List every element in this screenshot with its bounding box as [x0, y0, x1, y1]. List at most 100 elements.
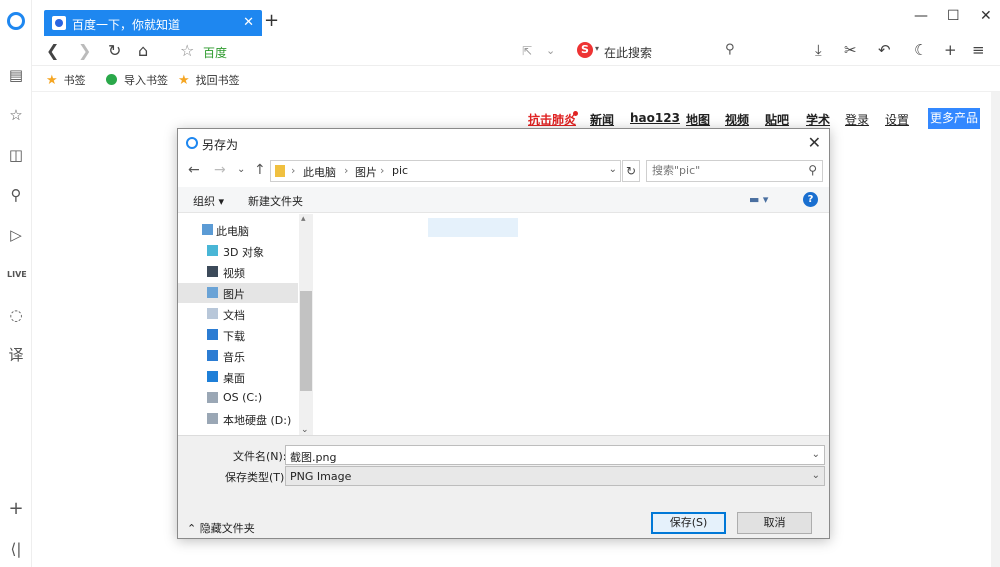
view-options-icon[interactable]: ▬ ▾ [749, 193, 768, 206]
3d-objects-icon [207, 245, 218, 256]
add-icon[interactable]: + [7, 500, 25, 518]
breadcrumb[interactable]: › 此电脑 › 图片 › pic ⌄ [270, 160, 621, 182]
close-icon[interactable]: ✕ [808, 133, 821, 152]
cancel-button[interactable]: 取消 [737, 512, 812, 534]
page-scrollbar[interactable] [991, 92, 1000, 567]
tree-scrollbar[interactable]: ▴ ⌄ [299, 214, 313, 435]
chat-icon[interactable]: ◌ [7, 306, 25, 324]
baidu-favicon-icon [52, 16, 66, 30]
help-icon[interactable]: ? [803, 192, 818, 207]
breadcrumb-pictures[interactable]: 图片 [355, 164, 377, 180]
bookmark-item[interactable]: ★ 书签 [46, 72, 86, 88]
bookmark-star-icon[interactable]: ☆ [180, 41, 194, 60]
share-icon[interactable]: ⇱ [522, 44, 532, 58]
search-box[interactable]: S ▾ 在此搜索 ⚲ [577, 36, 747, 66]
video-icon[interactable]: ▷ [7, 226, 25, 244]
search-icon[interactable]: ⚲ [7, 186, 25, 204]
nav-link-tieba[interactable]: 贴吧 [765, 111, 789, 128]
chevron-down-icon[interactable]: ⌄ [812, 449, 820, 460]
chevron-right-icon: › [291, 164, 296, 177]
scroll-down-icon[interactable]: ⌄ [301, 425, 309, 435]
book-icon[interactable]: ◫ [7, 146, 25, 164]
tree-item-music[interactable]: 音乐 [178, 346, 298, 366]
home-icon[interactable]: ⌂ [138, 41, 148, 60]
folder-search-input[interactable] [652, 164, 797, 177]
engine-dropdown-icon[interactable]: ▾ [595, 44, 599, 53]
filetype-label: 保存类型(T): [225, 471, 289, 484]
tree-item-pictures[interactable]: 图片 [178, 283, 298, 303]
breadcrumb-pc[interactable]: 此电脑 [303, 164, 336, 180]
breadcrumb-pic[interactable]: pic [392, 164, 408, 177]
tree-item-videos[interactable]: 视频 [178, 262, 298, 282]
tree-item-desktop[interactable]: 桌面 [178, 367, 298, 387]
recent-dropdown-icon[interactable]: ⌄ [237, 164, 245, 175]
file-list[interactable] [313, 214, 829, 435]
live-icon[interactable]: LIVE [7, 266, 27, 284]
chevron-down-icon[interactable]: ⌄ [812, 470, 820, 481]
scroll-up-icon[interactable]: ▴ [301, 214, 306, 224]
organize-button[interactable]: 组织 ▾ [193, 193, 224, 209]
back-arrow-icon[interactable]: ← [188, 162, 200, 178]
settings-link[interactable]: 设置 [885, 111, 909, 128]
tree-item-pc[interactable]: 此电脑 [178, 220, 298, 240]
refresh-icon[interactable]: ↻ [622, 160, 640, 182]
browser-logo-icon[interactable] [7, 12, 25, 30]
bookmark-item[interactable]: ★ 找回书签 [178, 72, 240, 88]
filetype-select[interactable]: PNG Image ⌄ [285, 466, 825, 486]
dropdown-icon[interactable]: ⌄ [546, 44, 555, 57]
collapse-icon[interactable]: ⟨| [7, 540, 25, 558]
nav-link-hao123[interactable]: hao123 [630, 111, 680, 125]
dialog-title-bar[interactable]: 另存为 ✕ [178, 129, 829, 157]
more-products-button[interactable]: 更多产品 [928, 108, 980, 129]
close-tab-icon[interactable]: ✕ [243, 15, 254, 30]
search-icon[interactable]: ⚲ [808, 163, 817, 177]
nav-link-video[interactable]: 视频 [725, 111, 749, 128]
folder-search[interactable]: ⚲ [646, 160, 823, 182]
reload-icon[interactable]: ↻ [108, 41, 121, 60]
tab-title: 百度一下，你就知道 [72, 18, 181, 32]
zoom-add-icon[interactable]: + [944, 41, 957, 59]
tree-item-documents[interactable]: 文档 [178, 304, 298, 324]
minimize-icon[interactable]: — [914, 8, 928, 24]
undo-close-icon[interactable]: ↶ [878, 41, 891, 59]
favorites-icon[interactable]: ☆ [7, 106, 25, 124]
search-icon[interactable]: ⚲ [725, 42, 735, 57]
tree-item-3d-objects[interactable]: 3D 对象 [178, 241, 298, 261]
new-tab-icon[interactable]: + [264, 10, 279, 31]
forward-arrow-icon[interactable]: → [214, 162, 226, 178]
nav-link-news[interactable]: 新闻 [590, 111, 614, 128]
filename-value[interactable]: 截图.png [290, 449, 336, 465]
sogou-icon[interactable]: S [577, 42, 593, 58]
browser-logo-icon [186, 137, 198, 149]
scrollbar-thumb[interactable] [300, 291, 312, 391]
save-button[interactable]: 保存(S) [651, 512, 726, 534]
nav-link-epidemic[interactable]: 抗击肺炎 [528, 111, 576, 128]
star-icon: ★ [178, 73, 190, 88]
maximize-icon[interactable]: ☐ [947, 8, 960, 24]
screenshot-icon[interactable]: ✂ [844, 41, 857, 59]
night-mode-icon[interactable]: ☾ [914, 41, 927, 59]
reader-icon[interactable]: ▤ [7, 66, 25, 84]
browser-tab[interactable]: 百度一下，你就知道 ✕ [44, 10, 262, 36]
filename-field[interactable]: 截图.png ⌄ [285, 445, 825, 465]
up-arrow-icon[interactable]: ↑ [254, 162, 266, 178]
nav-link-xueshu[interactable]: 学术 [806, 111, 830, 128]
navigation-bar: ❮ ❯ ↻ ⌂ ☆ 百度 ⇱ ⌄ S ▾ 在此搜索 ⚲ ⤓ ✂ ↶ ☾ + ≡ [32, 36, 1000, 66]
tree-item-downloads[interactable]: 下载 [178, 325, 298, 345]
nav-link-map[interactable]: 地图 [686, 111, 710, 128]
bookmark-item[interactable]: 导入书签 [106, 72, 168, 88]
new-folder-button[interactable]: 新建文件夹 [248, 193, 303, 209]
forward-icon[interactable]: ❯ [78, 41, 91, 60]
close-window-icon[interactable]: ✕ [980, 8, 992, 24]
hide-folders-toggle[interactable]: ⌃ 隐藏文件夹 [187, 520, 255, 536]
download-icon[interactable]: ⤓ [815, 41, 822, 59]
tree-item-drive-d[interactable]: 本地硬盘 (D:) [178, 409, 298, 429]
desktop-icon [207, 371, 218, 382]
menu-icon[interactable]: ≡ [972, 41, 985, 59]
address-text[interactable]: 百度 [203, 44, 227, 61]
translate-icon[interactable]: 译 [7, 346, 25, 364]
tree-item-drive-c[interactable]: OS (C:) [178, 388, 298, 408]
chevron-down-icon[interactable]: ⌄ [609, 164, 617, 175]
back-icon[interactable]: ❮ [46, 41, 59, 60]
login-link[interactable]: 登录 [845, 111, 869, 128]
